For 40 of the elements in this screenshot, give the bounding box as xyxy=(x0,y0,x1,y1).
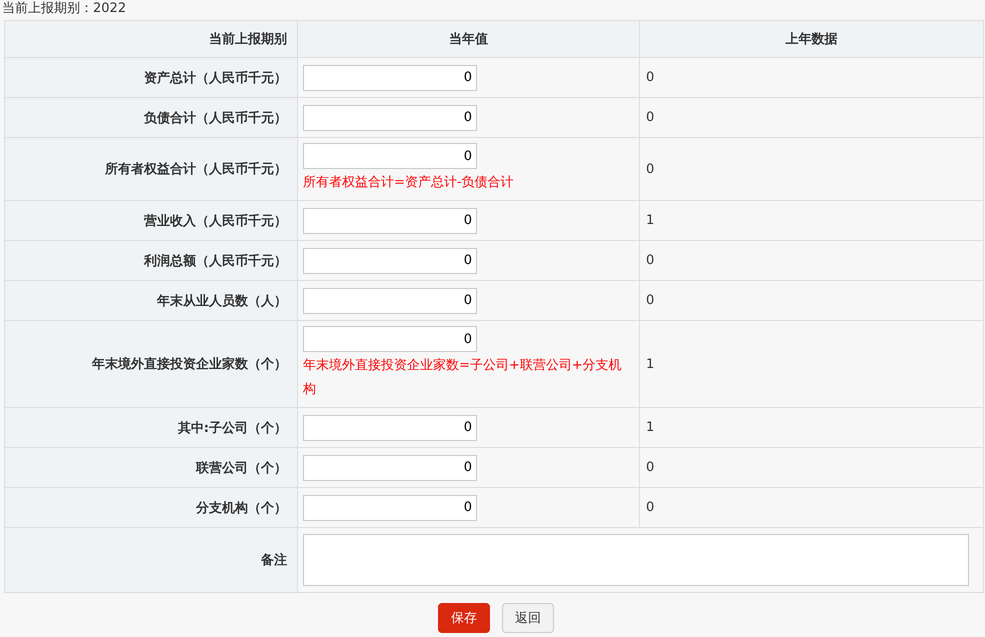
remarks-input[interactable] xyxy=(303,534,969,586)
previous-value: 0 xyxy=(640,58,984,98)
previous-value: 1 xyxy=(640,200,984,240)
row-label: 所有者权益合计（人民币千元） xyxy=(4,138,298,200)
row-label: 利润总额（人民币千元） xyxy=(4,240,298,280)
row-label: 资产总计（人民币千元） xyxy=(4,58,298,98)
value-input[interactable]: 0 xyxy=(303,208,477,234)
row-label: 备注 xyxy=(4,528,298,592)
value-input[interactable]: 0 xyxy=(303,494,477,520)
value-input[interactable]: 0 xyxy=(303,104,477,130)
previous-value: 0 xyxy=(640,98,984,138)
formula-note: 所有者权益合计=资产总计-负债合计 xyxy=(303,174,515,192)
value-input[interactable]: 0 xyxy=(303,414,477,440)
back-button[interactable]: 返回 xyxy=(502,603,554,633)
row-label: 分支机构（个） xyxy=(4,488,298,528)
previous-value: 0 xyxy=(640,240,984,280)
previous-value: 0 xyxy=(640,138,984,200)
column-header: 当年值 xyxy=(298,20,640,58)
column-header: 上年数据 xyxy=(640,20,984,58)
previous-value: 0 xyxy=(640,448,984,488)
value-input[interactable]: 0 xyxy=(303,143,477,169)
row-label: 负债合计（人民币千元） xyxy=(4,98,298,138)
row-label: 营业收入（人民币千元） xyxy=(4,200,298,240)
formula-note: 年末境外直接投资企业家数=子公司+联营公司+分支机构 xyxy=(303,357,623,399)
previous-value: 0 xyxy=(640,488,984,528)
row-label: 年末从业人员数（人） xyxy=(4,280,298,320)
previous-value: 1 xyxy=(640,408,984,448)
save-button[interactable]: 保存 xyxy=(438,603,490,633)
value-input[interactable]: 0 xyxy=(303,454,477,480)
value-input[interactable]: 0 xyxy=(303,248,477,274)
previous-value: 0 xyxy=(640,280,984,320)
value-input[interactable]: 0 xyxy=(303,326,477,352)
column-header: 当前上报期别 xyxy=(4,20,298,58)
value-input[interactable]: 0 xyxy=(303,64,477,90)
period-label: 当前上报期别：2022 xyxy=(2,0,128,18)
row-label: 年末境外直接投资企业家数（个） xyxy=(4,320,298,408)
value-input[interactable]: 0 xyxy=(303,288,477,314)
row-label: 联营公司（个） xyxy=(4,448,298,488)
previous-value: 1 xyxy=(640,320,984,408)
row-label: 其中:子公司（个） xyxy=(4,408,298,448)
